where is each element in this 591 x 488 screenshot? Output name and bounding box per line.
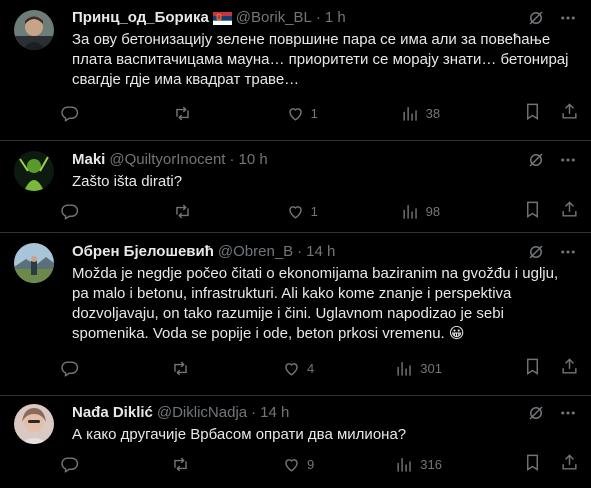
like-count: 9 [307, 456, 315, 472]
action-bar: 1 38 [60, 102, 579, 124]
action-bar: 1 98 [60, 200, 579, 222]
heart-icon [285, 362, 298, 376]
grok-icon[interactable] [527, 243, 545, 261]
avatar[interactable] [14, 151, 54, 191]
like-button[interactable]: 1 [286, 104, 318, 123]
bookmark-icon[interactable] [523, 357, 542, 379]
like-button[interactable]: 9 [282, 455, 314, 474]
reply-icon [61, 105, 79, 122]
timestamp[interactable]: 10 h [238, 150, 267, 170]
views-count: 301 [420, 360, 442, 376]
more-icon[interactable] [559, 404, 577, 422]
grok-icon[interactable] [527, 9, 545, 27]
retweet-icon [174, 457, 187, 471]
avatar[interactable] [14, 404, 54, 444]
author-name[interactable]: Принц_од_Борика [72, 8, 209, 28]
heart-icon [285, 458, 298, 472]
views-icon [397, 361, 412, 376]
author-handle[interactable]: @Borik_BL [236, 8, 312, 28]
views-button[interactable]: 98 [401, 202, 440, 221]
tweet[interactable]: Обрен Бјелошевић @Obren_B · 14 h Možda j… [0, 233, 591, 396]
tweet-header: Nađa Diklić @DiklicNadja · 14 h [72, 403, 290, 423]
author-name[interactable]: Maki [72, 150, 105, 170]
bookmark-icon[interactable] [523, 453, 542, 475]
views-button[interactable]: 38 [401, 104, 440, 123]
author-name[interactable]: Nađa Diklić [72, 403, 153, 423]
author-handle[interactable]: @QuiltyorInocent [109, 150, 225, 170]
tweet-text: Zašto išta dirati? [72, 173, 183, 190]
views-icon [403, 106, 417, 121]
like-count: 4 [307, 360, 315, 376]
like-count: 1 [310, 203, 318, 219]
views-button[interactable]: 301 [395, 359, 442, 378]
share-icon[interactable] [560, 453, 579, 475]
reply-button[interactable] [60, 455, 90, 474]
reply-icon [61, 360, 79, 377]
tweet[interactable]: Принц_од_Борика @Borik_BL · 1 h За ову б… [0, 0, 591, 141]
views-count: 316 [420, 456, 442, 472]
retweet-button[interactable] [173, 104, 203, 123]
tweet-text: А како другачије Врбасом опрати два мили… [72, 426, 407, 443]
like-button[interactable]: 4 [282, 359, 314, 378]
like-button[interactable]: 1 [286, 202, 318, 221]
views-icon [403, 204, 417, 219]
tweet-header: Обрен Бјелошевић @Obren_B · 14 h [72, 242, 336, 262]
tweet-text: За ову бетонизацију зелене површине пара… [72, 31, 569, 88]
reply-button[interactable] [60, 202, 90, 221]
share-icon[interactable] [560, 357, 579, 379]
author-name[interactable]: Обрен Бјелошевић [72, 242, 214, 262]
retweet-icon [174, 361, 187, 375]
retweet-button[interactable] [171, 455, 201, 474]
more-icon[interactable] [559, 243, 577, 261]
views-button[interactable]: 316 [395, 455, 442, 474]
heart-icon [288, 107, 302, 121]
grok-icon[interactable] [527, 151, 545, 169]
share-icon[interactable] [560, 102, 579, 124]
timestamp[interactable]: 1 h [325, 8, 346, 28]
tweet[interactable]: Nađa Diklić @DiklicNadja · 14 h А како д… [0, 396, 591, 488]
views-icon [397, 457, 412, 472]
reply-button[interactable] [60, 104, 90, 123]
timestamp[interactable]: 14 h [260, 403, 289, 423]
tweet-header: Принц_од_Борика @Borik_BL · 1 h [72, 8, 346, 28]
like-count: 1 [310, 105, 318, 121]
author-handle[interactable]: @DiklicNadja [157, 403, 247, 423]
timestamp[interactable]: 14 h [306, 242, 335, 262]
more-icon[interactable] [559, 151, 577, 169]
serbia-flag-icon [212, 11, 232, 25]
reply-icon [61, 456, 79, 473]
retweet-button[interactable] [171, 359, 201, 378]
share-icon[interactable] [560, 200, 579, 222]
views-count: 38 [425, 105, 441, 121]
reply-button[interactable] [60, 359, 90, 378]
tweet[interactable]: Maki @QuiltyorInocent · 10 h Zašto išta … [0, 141, 591, 233]
reply-icon [61, 203, 79, 220]
author-handle[interactable]: @Obren_B [218, 242, 293, 262]
retweet-icon [176, 204, 189, 218]
tweet-text: Možda je negdje počeo čitati o ekonomija… [72, 265, 559, 342]
bookmark-icon[interactable] [523, 102, 542, 124]
grok-icon[interactable] [527, 404, 545, 422]
avatar[interactable] [14, 243, 54, 283]
action-bar: 4 301 [60, 357, 579, 379]
action-bar: 9 316 [60, 453, 579, 475]
retweet-icon [176, 106, 189, 120]
avatar[interactable] [14, 10, 54, 50]
views-count: 98 [425, 203, 441, 219]
tweet-header: Maki @QuiltyorInocent · 10 h [72, 150, 268, 170]
heart-icon [288, 205, 302, 219]
bookmark-icon[interactable] [523, 200, 542, 222]
more-icon[interactable] [559, 9, 577, 27]
retweet-button[interactable] [173, 202, 203, 221]
